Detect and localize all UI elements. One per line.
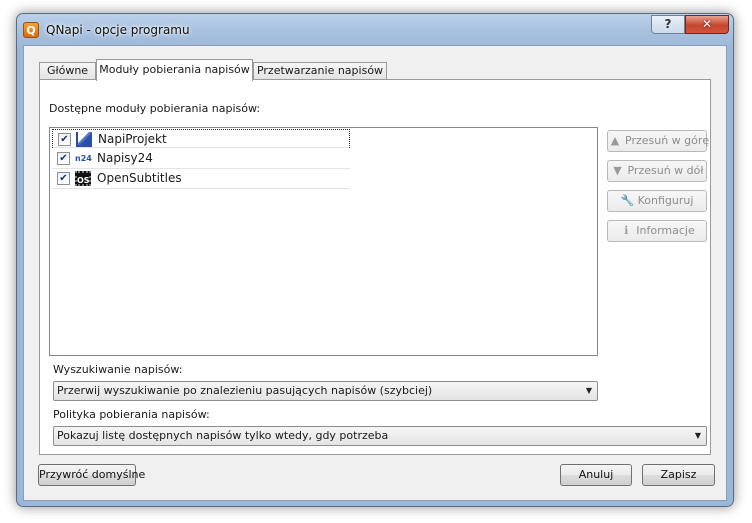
list-item-napiprojekt[interactable]: ✔ NapiProjekt [52, 129, 350, 148]
row-separator [52, 188, 350, 189]
napiprojekt-icon [76, 132, 92, 147]
modules-list-label: Dostępne moduły pobierania napisów: [49, 102, 261, 115]
save-button[interactable]: Zapisz [642, 464, 715, 486]
move-up-label: Przesuń w górę [625, 134, 710, 147]
move-up-button[interactable]: ▲ Przesuń w górę [607, 130, 710, 152]
window-title: QNapi - opcje programu [46, 23, 190, 37]
arrow-up-icon: ▲ [610, 134, 620, 147]
close-button[interactable]: ✕ [685, 15, 729, 34]
row-separator [53, 147, 349, 148]
dropdown-arrow-icon: ▼ [694, 431, 701, 440]
restore-defaults-button[interactable]: Przywróć domyślne [38, 464, 145, 486]
search-mode-select[interactable]: Przerwij wyszukiwanie po znalezieniu pas… [53, 381, 598, 401]
info-icon: ℹ [624, 224, 629, 237]
modules-list[interactable]: ✔ NapiProjekt ✔ n24 Napisy24 ✔ OS OpenSu… [49, 127, 598, 356]
list-item-napisy24[interactable]: ✔ n24 Napisy24 [52, 149, 350, 169]
list-item-opensubtitles[interactable]: ✔ OS OpenSubtitles [52, 169, 350, 189]
checkbox-opensubtitles[interactable]: ✔ [57, 172, 70, 185]
policy-select[interactable]: Pokazuj listę dostępnych napisów tylko w… [53, 426, 707, 446]
arrow-down-icon: ▼ [613, 164, 622, 177]
dialog-window: Q QNapi - opcje programu ? ✕ Główne Modu… [16, 13, 734, 507]
help-button[interactable]: ? [651, 15, 685, 34]
wrench-icon: 🔧 [620, 194, 635, 207]
app-icon: Q [23, 22, 39, 38]
list-item-label: NapiProjekt [98, 132, 167, 146]
policy-value: Pokazuj listę dostępnych napisów tylko w… [57, 429, 389, 442]
napisy24-icon: n24 [75, 154, 92, 163]
move-down-label: Przesuń w dół [627, 164, 704, 177]
opensubtitles-icon: OS [75, 171, 91, 186]
checkbox-napisy24[interactable]: ✔ [57, 152, 70, 165]
search-mode-value: Przerwij wyszukiwanie po znalezieniu pas… [57, 384, 433, 397]
title-bar[interactable]: Q QNapi - opcje programu ? ✕ [17, 14, 733, 48]
checkbox-napiprojekt[interactable]: ✔ [58, 133, 71, 146]
search-label: Wyszukiwanie napisów: [53, 363, 183, 376]
list-item-label: OpenSubtitles [97, 171, 182, 185]
tab-glowne[interactable]: Główne [39, 62, 96, 80]
list-item-label: Napisy24 [97, 151, 153, 165]
tab-moduly-pobierania[interactable]: Moduły pobierania napisów [96, 59, 253, 81]
tab-przetwarzanie[interactable]: Przetwarzanie napisów [253, 62, 387, 80]
configure-label: Konfiguruj [637, 194, 694, 207]
dialog-client-area: Główne Moduły pobierania napisów Przetwa… [23, 45, 727, 501]
info-button[interactable]: ℹ Informacje [607, 220, 707, 242]
cancel-button[interactable]: Anuluj [560, 464, 632, 486]
policy-label: Polityka pobierania napisów: [53, 408, 210, 421]
tab-panel-moduly: Dostępne moduły pobierania napisów: ✔ Na… [39, 79, 711, 455]
move-down-button[interactable]: ▼ Przesuń w dół [607, 160, 707, 182]
configure-button[interactable]: 🔧 Konfiguruj [607, 190, 707, 212]
dropdown-arrow-icon: ▼ [585, 386, 592, 395]
info-label: Informacje [636, 224, 695, 237]
